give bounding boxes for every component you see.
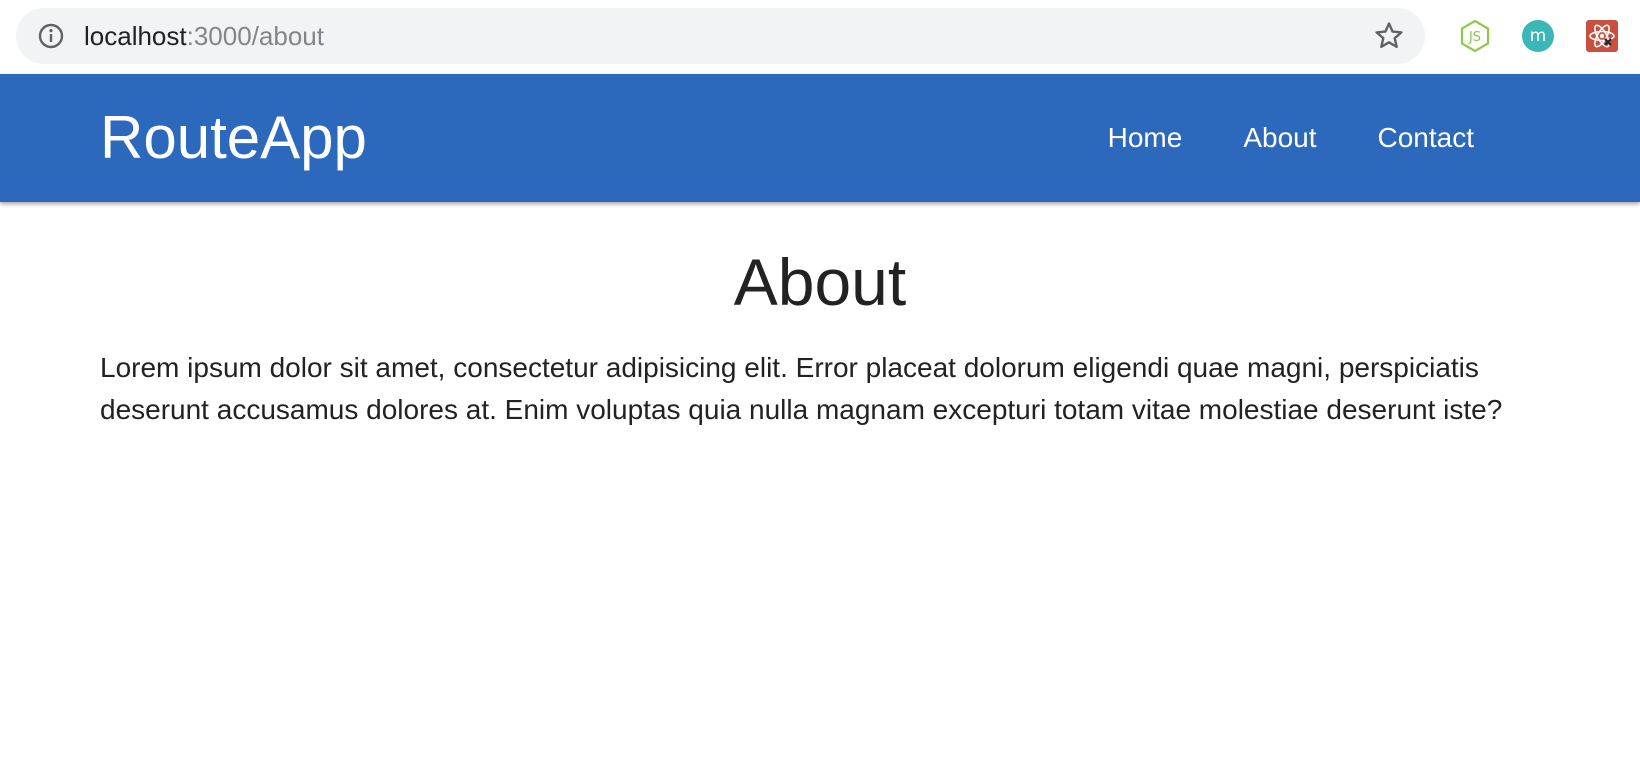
page-title: About — [733, 245, 907, 319]
browser-toolbar: localhost:3000/about JS m — [0, 0, 1640, 74]
page-body-text: Lorem ipsum dolor sit amet, consectetur … — [100, 351, 1503, 425]
url-path: :3000/about — [186, 21, 324, 51]
svg-text:m: m — [1530, 26, 1547, 46]
brand-logo[interactable]: RouteApp — [100, 74, 367, 202]
m-extension-icon[interactable]: m — [1521, 19, 1555, 53]
svg-text:JS: JS — [1468, 30, 1481, 45]
star-icon[interactable] — [1373, 20, 1405, 52]
nav-links: Home About Contact — [1108, 74, 1474, 202]
nodejs-extension-icon[interactable]: JS — [1458, 19, 1492, 53]
react-devtools-extension-icon[interactable] — [1585, 19, 1619, 53]
url-host: localhost — [84, 21, 187, 51]
app-navbar: RouteApp Home About Contact — [0, 74, 1640, 202]
address-bar[interactable]: localhost:3000/about — [16, 8, 1425, 64]
nav-link-about[interactable]: About — [1243, 122, 1316, 154]
url-text[interactable]: localhost:3000/about — [84, 8, 324, 64]
info-icon[interactable] — [38, 23, 64, 49]
nav-link-contact[interactable]: Contact — [1378, 122, 1475, 154]
nav-link-home[interactable]: Home — [1108, 122, 1183, 154]
main-content: About Lorem ipsum dolor sit amet, consec… — [100, 202, 1540, 431]
